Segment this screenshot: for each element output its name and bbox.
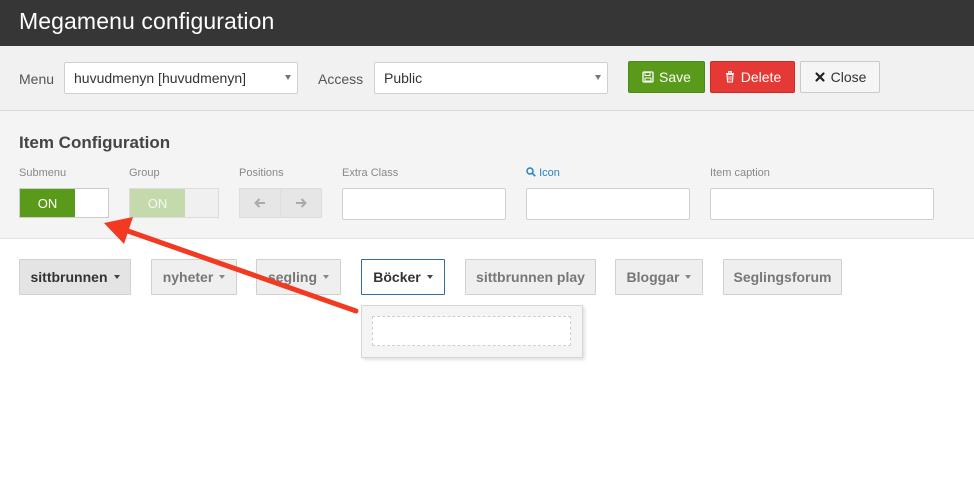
arrow-left-icon <box>254 198 265 208</box>
nav-item-label: sittbrunnen <box>30 269 108 285</box>
group-toggle-on: ON <box>130 189 185 217</box>
delete-button[interactable]: Delete <box>710 61 795 93</box>
icon-label-link[interactable]: Icon <box>526 167 560 179</box>
item-caption-label: Item caption <box>710 167 770 179</box>
nav-item-seglingsforum[interactable]: Seglingsforum <box>723 259 842 295</box>
caret-down-icon <box>323 275 329 279</box>
title-bar: Megamenu configuration <box>0 0 974 46</box>
close-button-label: Close <box>830 69 867 85</box>
submenu-toggle-on: ON <box>20 189 75 217</box>
nav-item-label: sittbrunnen play <box>476 269 585 285</box>
nav-item-label: segling <box>267 269 317 285</box>
save-icon <box>642 71 654 83</box>
save-button[interactable]: Save <box>628 61 705 93</box>
extra-class-label: Extra Class <box>342 167 399 179</box>
position-right-button[interactable] <box>280 188 322 218</box>
close-button[interactable]: Close <box>800 61 880 93</box>
caret-down-icon <box>113 275 120 279</box>
delete-button-label: Delete <box>740 69 782 85</box>
chevron-down-icon <box>595 75 601 80</box>
menu-select-value: huvudmenyn [huvudmenyn] <box>74 70 246 86</box>
toolbar: Menu huvudmenyn [huvudmenyn] Access Publ… <box>0 46 974 111</box>
item-caption-input[interactable] <box>710 188 934 220</box>
positions-label: Positions <box>239 167 284 179</box>
search-icon <box>526 167 536 177</box>
extra-class-input[interactable] <box>342 188 506 220</box>
nav-item-nyheter[interactable]: nyheter <box>151 259 237 295</box>
access-select[interactable]: Public <box>374 62 608 94</box>
trash-icon <box>725 71 734 83</box>
nav-item-label: nyheter <box>162 269 214 285</box>
page-title: Megamenu configuration <box>19 8 275 34</box>
nav-item-label: Bloggar <box>626 269 680 285</box>
menu-label: Menu <box>19 71 55 87</box>
icon-input[interactable] <box>526 188 690 220</box>
menu-select[interactable]: huvudmenyn [huvudmenyn] <box>64 62 298 94</box>
caret-down-icon <box>426 275 433 279</box>
submenu-label: Submenu <box>19 167 67 179</box>
nav-item-bloggar[interactable]: Bloggar <box>615 259 703 295</box>
group-toggle[interactable]: ON <box>129 188 219 218</box>
group-label: Group <box>129 167 160 179</box>
submenu-dropzone[interactable] <box>372 316 571 346</box>
submenu-dropdown <box>361 305 583 358</box>
submenu-toggle[interactable]: ON <box>19 188 109 218</box>
nav-item-sittbrunnen[interactable]: sittbrunnen <box>19 259 131 295</box>
chevron-down-icon <box>285 75 291 80</box>
icon-label: Icon <box>539 167 560 179</box>
arrow-right-icon <box>296 198 307 208</box>
nav-item-segling[interactable]: segling <box>256 259 341 295</box>
nav-item-bocker[interactable]: Böcker <box>361 259 445 295</box>
close-icon <box>814 72 825 82</box>
caret-down-icon <box>685 275 692 279</box>
nav-item-label: Böcker <box>373 269 421 285</box>
nav-item-sittbrunnen-play[interactable]: sittbrunnen play <box>465 259 596 295</box>
access-select-value: Public <box>384 70 423 86</box>
item-configuration-panel: Item Configuration Submenu ON Group ON P… <box>0 111 974 239</box>
position-left-button[interactable] <box>239 188 281 218</box>
nav-item-label: Seglingsforum <box>733 269 832 285</box>
access-label: Access <box>318 71 364 87</box>
caret-down-icon <box>219 275 226 279</box>
item-configuration-heading: Item Configuration <box>19 133 171 152</box>
save-button-label: Save <box>659 69 691 85</box>
